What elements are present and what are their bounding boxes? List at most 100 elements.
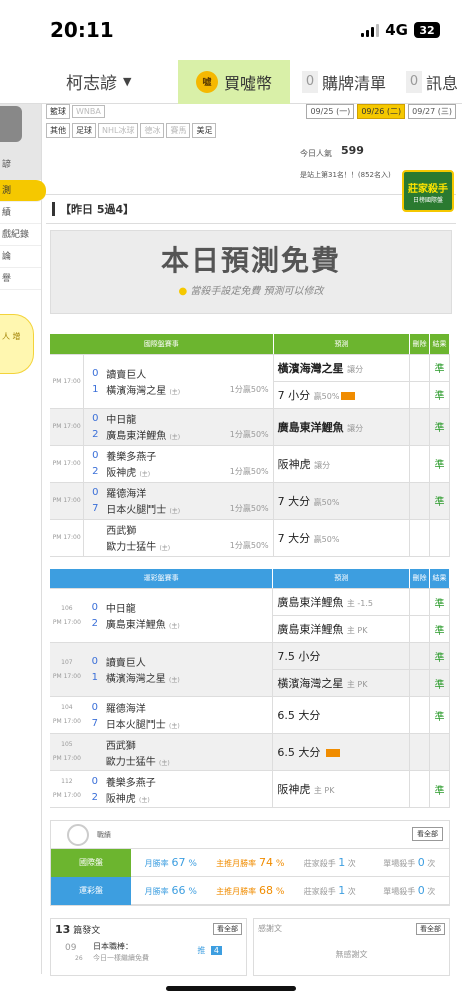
message-label: 訊息 — [426, 73, 459, 93]
tag-other[interactable]: 其他 — [46, 123, 70, 138]
table-row: 104 PM 17:00 0 羅德海洋 7 日本火腿鬥士 (主) 6.5 大分 準 — [50, 696, 450, 734]
post-subtitle[interactable]: 今日一樣繼續免費 — [93, 953, 149, 963]
score-home: 1 — [91, 672, 98, 683]
team-home: 廣島東洋鯉魚 (主) — [102, 616, 269, 631]
result: 準 — [429, 615, 450, 643]
teams: 0 羅德海洋 7 日本火腿鬥士 (主) — [83, 696, 274, 734]
table-row: 112 PM 17:00 0 養樂多燕子 2 阪神虎 (主) 阪神虎 主 PK 準 — [50, 770, 450, 808]
avatar[interactable] — [0, 106, 22, 142]
prediction-text: 阪神虎 — [277, 783, 311, 796]
date-next[interactable]: 09/27 (三) — [408, 104, 456, 119]
result: 準 — [429, 770, 450, 808]
cart-link[interactable]: 0 購牌清單 — [296, 70, 386, 94]
message-link[interactable]: 0 訊息 — [400, 70, 458, 94]
tag-horse[interactable]: 賽馬 — [166, 123, 191, 138]
table-row: PM 17:00 0 中日龍 2 廣島東洋鯉魚 (主) 1分贏50% 廣島東洋鯉魚 讓分 … — [50, 408, 450, 446]
result: 準 — [429, 482, 450, 520]
single-count: 單場殺手 0 次 — [370, 856, 450, 869]
prediction-note: 主 PK — [346, 626, 368, 635]
lottery-table: 運彩盤賽事 預測 刪除 結果 106 PM 17:00 0 中日龍 2 廣島東洋鯉魚 (… — [50, 568, 450, 808]
team-away: 讀賣巨人 — [106, 369, 147, 381]
tag-soccer[interactable]: 足球 — [72, 123, 96, 138]
prediction: 7 大分 贏50% — [273, 519, 411, 557]
killer-count: 莊家殺手 1 次 — [290, 884, 370, 897]
single-value: 0 — [417, 884, 425, 897]
tag-de-ice[interactable]: 德冰 — [140, 123, 165, 138]
stats-panel: 戰績 看全部 國際盤 月勝率 67 % 主推月勝率 74 % 莊家殺手 1 次 … — [50, 820, 450, 906]
game-time: PM 17:00 — [52, 672, 81, 680]
date-current[interactable]: 09/26 (二) — [357, 104, 406, 119]
tag-basketball[interactable]: 籃球 — [46, 104, 70, 119]
prediction: 廣島東洋鯉魚 主 -1.5 — [272, 588, 411, 616]
delete-cell — [409, 770, 431, 808]
score-away: 0 — [91, 701, 98, 713]
prediction-text: 6.5 大分 — [277, 709, 321, 722]
sidebar-item-honor[interactable]: 譽 — [0, 268, 41, 290]
user-menu[interactable]: 柯志諺 ▼ — [0, 69, 178, 94]
single-value: 0 — [417, 856, 425, 869]
killer-count: 莊家殺手 1 次 — [290, 856, 370, 869]
stats-rows: 國際盤 月勝率 67 % 主推月勝率 74 % 莊家殺手 1 次 單場殺手 0 … — [51, 848, 450, 905]
home-marker: (主) — [169, 508, 181, 515]
bulb-icon[interactable]: 人 增 — [0, 314, 34, 374]
badge-sub: 日榜國際盤 — [412, 197, 443, 204]
prediction-note: 讓分 — [314, 460, 331, 470]
team-home-name: 廣島東洋鯉魚 — [105, 620, 166, 631]
prediction-text: 橫濱海灣之星 — [277, 361, 344, 375]
hot-icon — [341, 391, 356, 400]
buy-coins-button[interactable]: 噓買噓幣 — [178, 59, 290, 104]
sidebar-item-history[interactable]: 戲紀錄 — [0, 224, 41, 246]
unit: 次 — [347, 859, 356, 868]
game-time: PM 17:00 — [52, 755, 81, 762]
posts-see-all-button[interactable]: 看全部 — [213, 923, 242, 935]
team-away: 養樂多燕子 — [106, 452, 157, 463]
team-away: 中日龍 — [106, 415, 137, 426]
prediction-text: 7 大分 — [277, 494, 311, 508]
prediction-text: 7 大分 — [277, 531, 311, 545]
prediction-text: 阪神虎 — [277, 457, 311, 471]
game-code: 104 — [61, 704, 73, 711]
lottery-col-pred: 預測 — [272, 568, 411, 589]
score-away: 0 — [91, 602, 98, 613]
home-marker: (主) — [169, 623, 180, 630]
bottom-panels: 13 篇發文 看全部 09 26 日本職棒： 今日一樣繼續免費 推 4 感謝文 … — [50, 918, 450, 976]
status-bar: 20:11 4G 32 — [0, 0, 462, 60]
home-marker: (主) — [169, 388, 181, 396]
team-home: 橫濱海灣之星 (主) — [102, 670, 269, 685]
stats-row: 運彩盤 月勝率 66 % 主推月勝率 68 % 莊家殺手 1 次 單場殺手 0 … — [51, 876, 450, 905]
intl-col-del: 刪除 — [409, 334, 431, 355]
main-win-rate: 主推月勝率 68 % — [211, 884, 291, 897]
tag-nhl[interactable]: NHL冰球 — [98, 123, 139, 138]
delete-cell — [409, 445, 431, 483]
pct: % — [188, 859, 197, 869]
stats-see-all-button[interactable]: 看全部 — [412, 827, 443, 841]
odds: 1分贏50% — [229, 541, 269, 550]
score-away: 0 — [92, 487, 99, 498]
sidebar-item-record[interactable]: 績 — [0, 202, 41, 224]
score-home: 2 — [92, 466, 99, 477]
score-away: 0 — [91, 775, 98, 787]
team-home: 阪神虎 (主) — [102, 790, 269, 805]
score-home: 2 — [91, 618, 98, 629]
result — [429, 733, 450, 771]
killer-value: 1 — [338, 884, 346, 897]
team-home: 阪神虎 (主) — [102, 464, 229, 479]
posts-box: 13 篇發文 看全部 09 26 日本職棒： 今日一樣繼續免費 推 4 — [50, 918, 247, 976]
post-title[interactable]: 日本職棒： — [93, 941, 133, 952]
sidebar-item-profile[interactable]: 諺 — [0, 154, 41, 176]
prediction: 7.5 小分 — [272, 642, 411, 670]
single-count: 單場殺手 0 次 — [370, 884, 450, 897]
stats-title: 戰績 — [97, 830, 111, 839]
tag-football[interactable]: 美足 — [192, 123, 217, 138]
thanks-see-all-button[interactable]: 看全部 — [416, 923, 445, 935]
result: 準 — [429, 354, 450, 382]
sidebar-item-predict[interactable]: 測 — [0, 180, 46, 202]
sidebar-item-discuss[interactable]: 論 — [0, 246, 41, 268]
date-prev[interactable]: 09/25 (一) — [306, 104, 355, 119]
result: 準 — [429, 381, 450, 409]
prediction-note: 主 PK — [346, 680, 368, 689]
tag-wnba[interactable]: WNBA — [72, 105, 105, 118]
game-code: 105 — [61, 741, 73, 748]
stats-row-label: 國際盤 — [51, 848, 131, 877]
main-value: 74 — [258, 856, 273, 869]
